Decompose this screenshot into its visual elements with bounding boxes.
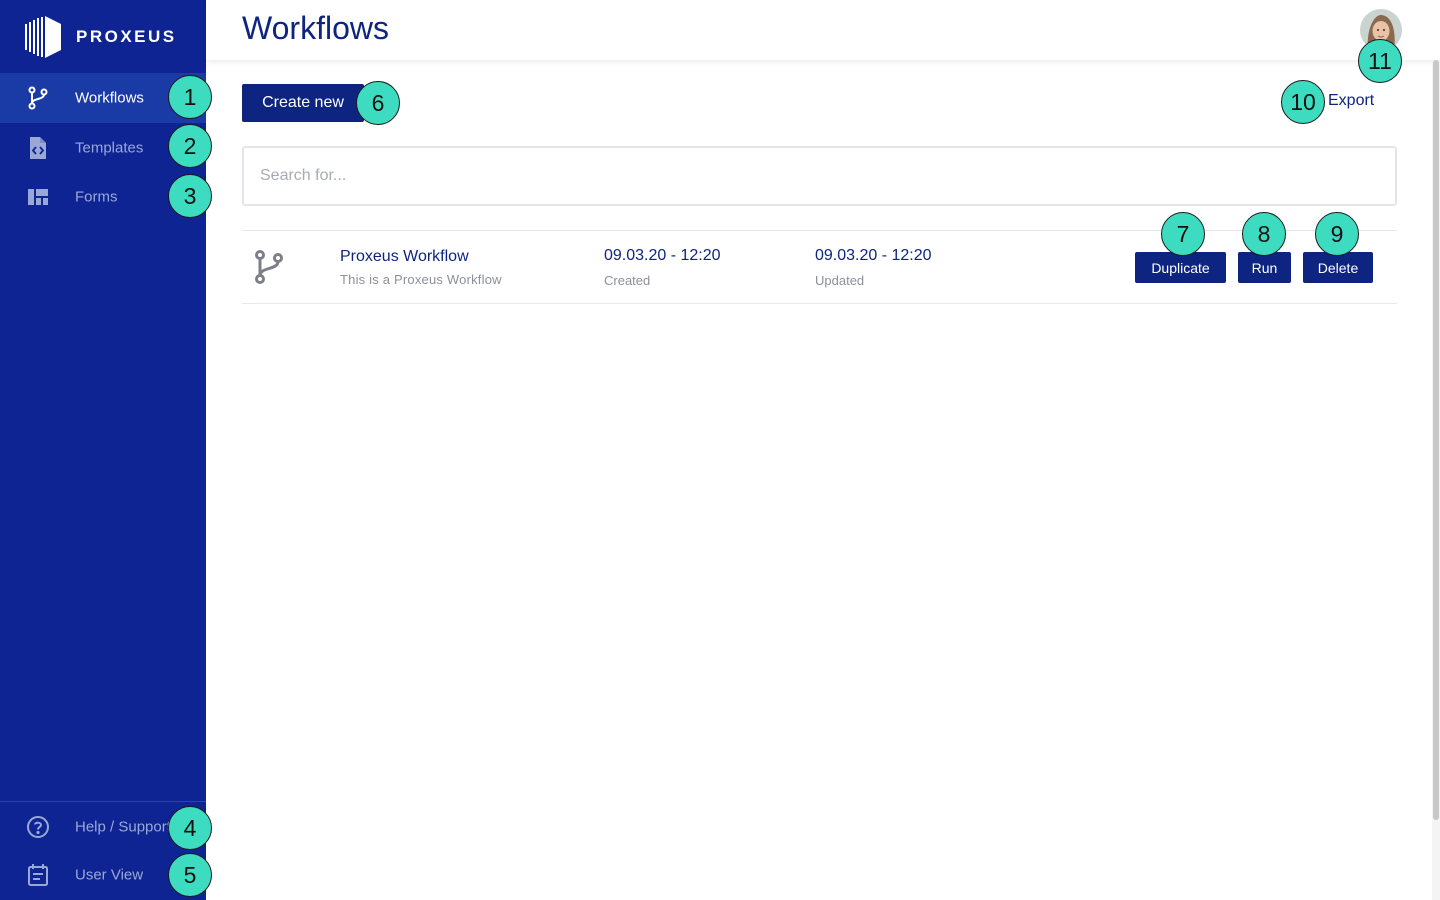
scrollbar-thumb[interactable] <box>1433 60 1439 820</box>
created-label: Created <box>604 273 651 288</box>
export-link[interactable]: Export <box>1328 92 1374 110</box>
page-title: Workflows <box>242 10 389 46</box>
page-header: Workflows <box>206 0 1440 60</box>
create-new-button[interactable]: Create new <box>242 84 364 122</box>
annotation-marker: 9 <box>1315 212 1359 256</box>
annotation-marker: 4 <box>168 806 212 850</box>
template-file-icon <box>26 136 50 160</box>
delete-button[interactable]: Delete <box>1303 252 1373 283</box>
created-date: 09.03.20 - 12:20 <box>604 247 721 264</box>
updated-date: 09.03.20 - 12:20 <box>815 247 932 264</box>
proxeus-logo[interactable]: PROXEUS <box>24 16 177 58</box>
annotation-marker: 11 <box>1358 39 1402 83</box>
duplicate-button[interactable]: Duplicate <box>1135 252 1226 283</box>
brand-name: PROXEUS <box>76 27 177 46</box>
proxeus-logo-icon <box>25 16 61 58</box>
annotation-marker: 2 <box>168 124 212 168</box>
workflow-description: This is a Proxeus Workflow <box>340 272 502 287</box>
run-button[interactable]: Run <box>1238 252 1291 283</box>
forms-grid-icon <box>26 185 50 209</box>
annotation-marker: 6 <box>356 81 400 125</box>
table-row[interactable]: Proxeus Workflow This is a Proxeus Workf… <box>242 230 1397 304</box>
sidebar-item-label: Templates <box>75 139 144 157</box>
sidebar-item-label: Help / Support <box>75 818 171 836</box>
page-scrollbar[interactable] <box>1432 60 1440 900</box>
search-input[interactable] <box>242 146 1397 206</box>
sidebar-item-label: Workflows <box>75 89 144 107</box>
sidebar-item-label: Forms <box>75 188 118 206</box>
annotation-marker: 5 <box>168 853 212 897</box>
annotation-marker: 7 <box>1161 212 1205 256</box>
workflow-icon <box>252 249 284 285</box>
annotation-marker: 8 <box>1242 212 1286 256</box>
annotation-marker: 1 <box>168 75 212 119</box>
annotation-marker: 3 <box>168 174 212 218</box>
sidebar-item-label: User View <box>75 866 144 884</box>
annotation-marker: 10 <box>1281 80 1325 124</box>
calendar-icon <box>26 863 50 887</box>
help-circle-icon <box>26 815 50 839</box>
workflow-name-link[interactable]: Proxeus Workflow <box>340 248 469 266</box>
updated-label: Updated <box>815 273 865 288</box>
workflow-icon <box>26 86 50 110</box>
